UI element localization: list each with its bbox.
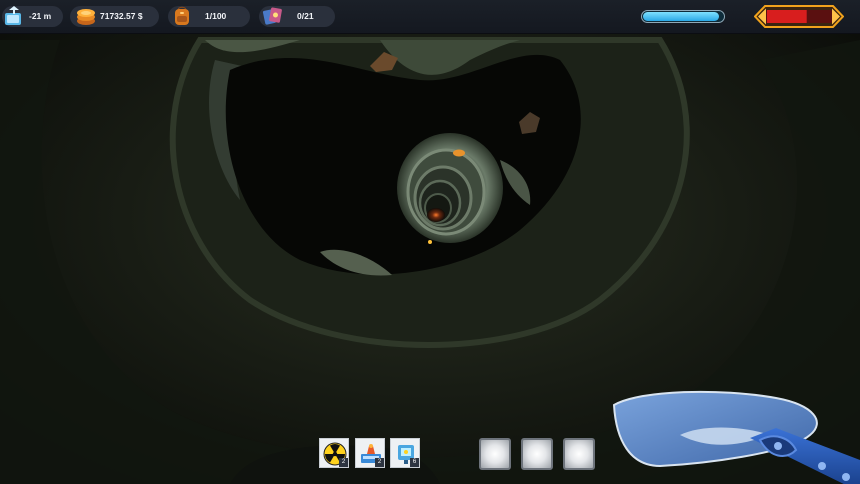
cards-icon [262, 7, 282, 25]
money-indicator: 71732.57 $ [70, 6, 159, 27]
health-bar [754, 5, 844, 28]
shovel-icon [612, 390, 860, 484]
backpack-icon [175, 6, 189, 25]
hotbar-slot-booster[interactable]: 2 [355, 438, 385, 468]
item-count: 2 [375, 458, 384, 467]
energy-bar-fill [643, 12, 719, 21]
coin-stack-icon [77, 9, 95, 25]
hotbar-slot-radiation[interactable]: 2 [319, 438, 349, 468]
depth-indicator: -21 m [2, 6, 63, 27]
cards-count: 0/21 [297, 11, 314, 21]
backpack-indicator: 1/100 [168, 6, 250, 27]
quick-slot-empty[interactable] [479, 438, 511, 470]
item-count: 2 [339, 458, 348, 467]
cave-scene [0, 0, 860, 484]
depth-meter-icon [5, 6, 21, 25]
money-value: 71732.57 $ [100, 11, 143, 21]
quick-slot-empty[interactable] [563, 438, 595, 470]
health-bar-fill [767, 10, 807, 23]
cards-indicator: 0/21 [259, 6, 335, 27]
item-count: 6 [410, 458, 419, 467]
backpack-capacity: 1/100 [205, 11, 227, 21]
energy-bar [641, 10, 725, 23]
quick-slot-empty[interactable] [521, 438, 553, 470]
hotbar-slot-gadget[interactable]: 6 [390, 438, 420, 468]
depth-value: -21 m [29, 11, 52, 21]
top-hud-bar: -21 m 71732.57 $ 1/100 0/21 [0, 0, 860, 34]
